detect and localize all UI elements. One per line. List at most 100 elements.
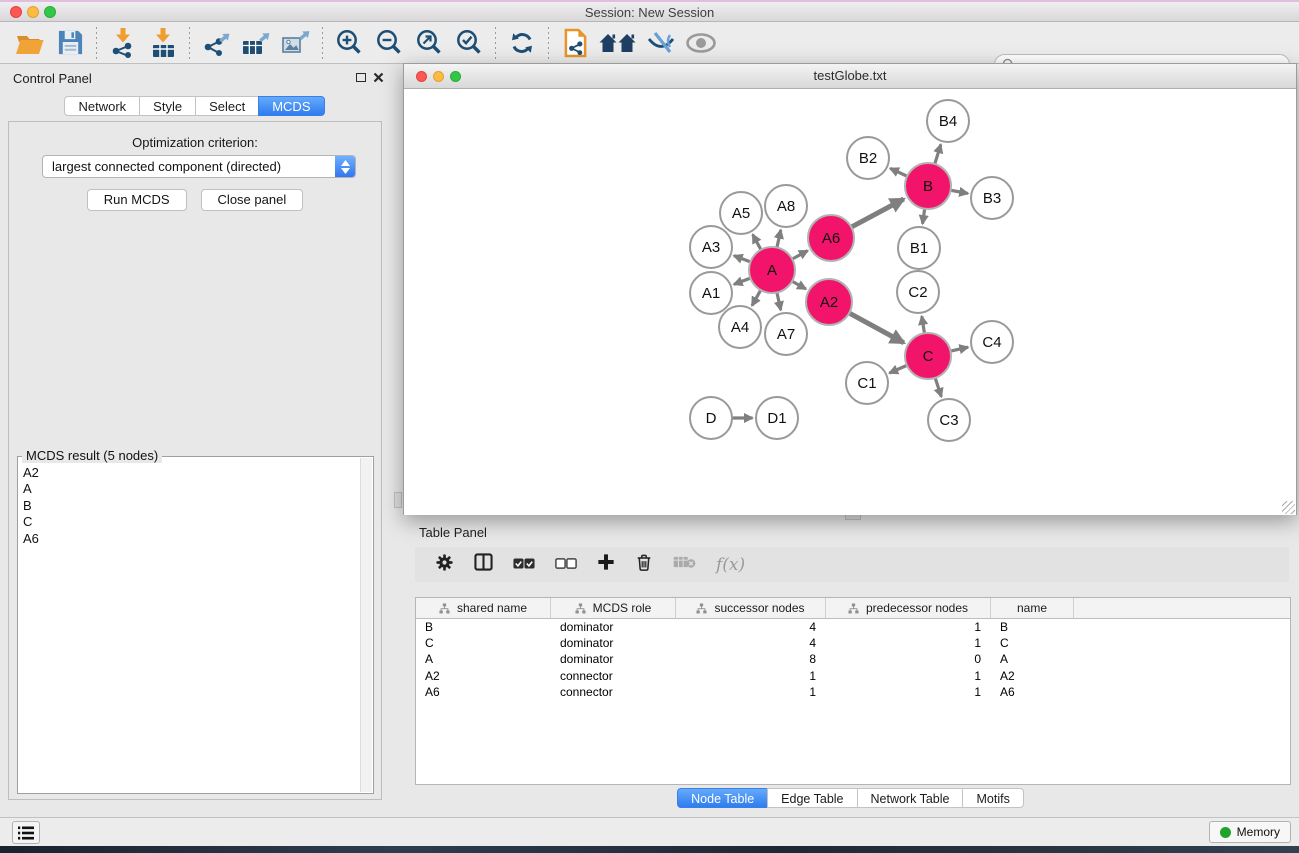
- vertical-split-handle[interactable]: [394, 492, 402, 508]
- table-cell[interactable]: C: [991, 636, 1074, 650]
- graph-node-B3[interactable]: B3: [971, 177, 1013, 219]
- refresh-layout-icon[interactable]: [502, 25, 542, 61]
- tab-motifs[interactable]: Motifs: [962, 788, 1023, 808]
- task-history-button[interactable]: [12, 821, 40, 844]
- tab-node-table[interactable]: Node Table: [677, 788, 768, 808]
- table-row[interactable]: A6connector11A6: [416, 684, 1290, 700]
- graph-node-A[interactable]: A: [749, 247, 795, 293]
- graph-edge-C-C1[interactable]: [889, 364, 908, 373]
- tab-select[interactable]: Select: [195, 96, 259, 116]
- graph-node-A7[interactable]: A7: [765, 313, 807, 355]
- graph-edge-B-B2[interactable]: [890, 168, 909, 177]
- tab-edge-table[interactable]: Edge Table: [767, 788, 857, 808]
- graph-edge-B-B4[interactable]: [934, 144, 941, 166]
- tab-style[interactable]: Style: [139, 96, 196, 116]
- table-row[interactable]: Bdominator41B: [416, 619, 1290, 635]
- table-cell[interactable]: 1: [826, 620, 991, 634]
- graph-node-C3[interactable]: C3: [928, 399, 970, 441]
- graph-node-A8[interactable]: A8: [765, 185, 807, 227]
- graph-edge-A-A8[interactable]: [776, 230, 780, 250]
- table-row[interactable]: Adominator80A: [416, 651, 1290, 667]
- open-session-icon[interactable]: [10, 25, 50, 61]
- table-row[interactable]: Cdominator41C: [416, 635, 1290, 651]
- column-header-name[interactable]: name: [991, 598, 1074, 619]
- table-cell[interactable]: 1: [676, 669, 826, 683]
- column-header-shared-name[interactable]: shared name: [416, 598, 551, 619]
- table-cell[interactable]: A: [991, 652, 1074, 666]
- graph-node-A2[interactable]: A2: [806, 279, 852, 325]
- table-cell[interactable]: dominator: [551, 636, 676, 650]
- zoom-fit-icon[interactable]: [409, 25, 449, 61]
- window-resize-grip[interactable]: [1282, 501, 1295, 514]
- table-settings-gear-icon[interactable]: [435, 553, 454, 577]
- graph-node-A5[interactable]: A5: [720, 192, 762, 234]
- graph-node-A6[interactable]: A6: [808, 215, 854, 261]
- table-cell[interactable]: 4: [676, 636, 826, 650]
- table-cell[interactable]: A6: [991, 685, 1074, 699]
- graph-node-B4[interactable]: B4: [927, 100, 969, 142]
- show-all-icon[interactable]: [681, 25, 721, 61]
- network-canvas[interactable]: AA1A2A3A4A5A6A7A8BB1B2B3B4CC1C2C3C4DD1: [404, 89, 1296, 515]
- graph-node-A3[interactable]: A3: [690, 226, 732, 268]
- import-network-icon[interactable]: [103, 25, 143, 61]
- graph-node-D1[interactable]: D1: [756, 397, 798, 439]
- deselect-all-columns-icon[interactable]: [555, 556, 577, 574]
- tab-mcds[interactable]: MCDS: [258, 96, 324, 116]
- reset-view-home-icon[interactable]: [595, 25, 641, 61]
- table-cell[interactable]: B: [416, 620, 551, 634]
- mcds-result-item[interactable]: C: [23, 514, 361, 530]
- float-panel-icon[interactable]: [356, 73, 366, 82]
- table-cell[interactable]: connector: [551, 669, 676, 683]
- graph-node-B[interactable]: B: [905, 163, 951, 209]
- table-cell[interactable]: dominator: [551, 652, 676, 666]
- graph-node-A1[interactable]: A1: [690, 272, 732, 314]
- graph-node-B1[interactable]: B1: [898, 227, 940, 269]
- graph-node-B2[interactable]: B2: [847, 137, 889, 179]
- new-network-from-selection-icon[interactable]: [555, 25, 595, 61]
- select-all-columns-icon[interactable]: [513, 556, 535, 574]
- table-cell[interactable]: connector: [551, 685, 676, 699]
- table-cell[interactable]: 1: [826, 669, 991, 683]
- close-panel-icon[interactable]: [373, 72, 384, 83]
- mcds-result-item[interactable]: A: [23, 481, 361, 497]
- graph-node-D[interactable]: D: [690, 397, 732, 439]
- table-cell[interactable]: A: [416, 652, 551, 666]
- graph-node-C2[interactable]: C2: [897, 271, 939, 313]
- run-mcds-button[interactable]: Run MCDS: [87, 189, 187, 211]
- add-column-icon[interactable]: [597, 553, 615, 576]
- column-header-successor-nodes[interactable]: successor nodes: [676, 598, 826, 619]
- table-cell[interactable]: 1: [826, 636, 991, 650]
- column-header-predecessor-nodes[interactable]: predecessor nodes: [826, 598, 991, 619]
- table-cell[interactable]: A6: [416, 685, 551, 699]
- export-network-icon[interactable]: [196, 25, 236, 61]
- table-cell[interactable]: B: [991, 620, 1074, 634]
- zoom-out-icon[interactable]: [369, 25, 409, 61]
- tab-network[interactable]: Network: [64, 96, 140, 116]
- import-table-icon[interactable]: [143, 25, 183, 61]
- mcds-result-item[interactable]: A2: [23, 465, 361, 481]
- export-image-icon[interactable]: [276, 25, 316, 61]
- graph-node-C4[interactable]: C4: [971, 321, 1013, 363]
- save-session-icon[interactable]: [50, 25, 90, 61]
- close-panel-button[interactable]: Close panel: [201, 189, 304, 211]
- graph-edge-C-C4[interactable]: [949, 347, 969, 351]
- mcds-result-item[interactable]: A6: [23, 531, 361, 547]
- table-cell[interactable]: A2: [991, 669, 1074, 683]
- table-row[interactable]: A2connector11A2: [416, 668, 1290, 684]
- zoom-selected-icon[interactable]: [449, 25, 489, 61]
- table-cell[interactable]: 1: [676, 685, 826, 699]
- mcds-result-item[interactable]: B: [23, 498, 361, 514]
- network-window-titlebar[interactable]: testGlobe.txt: [404, 64, 1296, 89]
- mcds-result-scrollbar[interactable]: [360, 458, 372, 792]
- tab-network-table[interactable]: Network Table: [857, 788, 964, 808]
- table-cell[interactable]: A2: [416, 669, 551, 683]
- graph-node-A4[interactable]: A4: [719, 306, 761, 348]
- table-cell[interactable]: 4: [676, 620, 826, 634]
- graph-node-C1[interactable]: C1: [846, 362, 888, 404]
- criterion-dropdown[interactable]: largest connected component (directed): [42, 155, 356, 178]
- graph-edge-A2-C[interactable]: [847, 312, 903, 343]
- graph-edge-A6-B[interactable]: [850, 199, 904, 228]
- zoom-in-icon[interactable]: [329, 25, 369, 61]
- graph-edge-C-C3[interactable]: [935, 376, 942, 397]
- table-cell[interactable]: dominator: [551, 620, 676, 634]
